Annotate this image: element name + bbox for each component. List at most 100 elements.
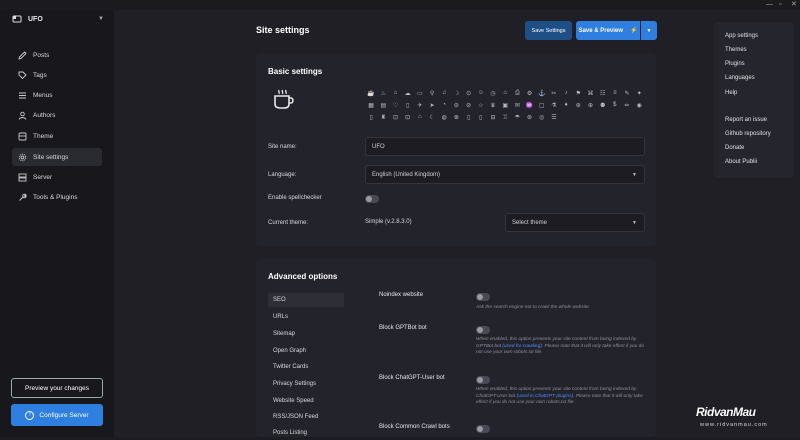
site-icon-option[interactable]: ♛	[487, 99, 499, 111]
site-icon-option[interactable]: ♨	[377, 87, 389, 99]
site-icon-option[interactable]: ▯	[402, 99, 414, 111]
site-icon-option[interactable]: ✉	[511, 99, 523, 111]
site-icon-option[interactable]: ◷	[487, 87, 499, 99]
site-icon-option[interactable]: ▯	[365, 111, 377, 123]
site-icon-option[interactable]: ☁	[402, 87, 414, 99]
noindex-toggle[interactable]	[476, 293, 490, 301]
site-icon-option[interactable]: ⚑	[572, 87, 584, 99]
site-icon-option[interactable]: ✎	[621, 87, 633, 99]
spellchecker-toggle[interactable]	[365, 195, 379, 203]
menu-item-themes[interactable]: Themes	[725, 47, 747, 53]
site-icon-option[interactable]: ♦	[560, 99, 572, 111]
site-icon-option[interactable]: ⚗	[548, 99, 560, 111]
configure-server-button[interactable]: ! Configure Server	[11, 404, 103, 426]
site-icon-option[interactable]: ⊛	[572, 99, 584, 111]
preview-changes-button[interactable]: Preview your changes	[11, 378, 103, 398]
site-icon-option[interactable]: ▢	[536, 99, 548, 111]
site-icon-picker[interactable]: ☕ ♨ ⌂ ☁ ▭ ⚲ ♫ ☽ ⊙ ☺ ◷ ⌂ ⎙ ⚙ ⚓ ✂ ♪ ⚑ ⌘ ☷ ≡ ✎ ✦ ▦ ▤ ♡ ▯ ✈ ➤ ◔ ⊜ ⊘ ☆ ♛ ▣ ✉ ♒ ▢ ⚗ ♦…	[365, 87, 645, 123]
sidebar-item-authors[interactable]: Authors	[12, 106, 102, 124]
menu-item-github[interactable]: Github repository	[725, 131, 771, 137]
site-icon-option[interactable]: ♡	[389, 99, 401, 111]
menu-item-donate[interactable]: Donate	[725, 145, 744, 151]
site-icon-option[interactable]: ⌘	[584, 87, 596, 99]
theme-select[interactable]: Select theme ▼	[505, 213, 645, 232]
sidebar-item-server[interactable]: Server	[12, 168, 102, 186]
site-icon-option[interactable]: ⊕	[584, 99, 596, 111]
site-icon-option[interactable]: ⎙	[511, 87, 523, 99]
site-icon-option[interactable]: ☰	[548, 111, 560, 123]
site-icon-option[interactable]: ✈	[414, 99, 426, 111]
site-icon-option[interactable]: ▯	[475, 111, 487, 123]
menu-item-about[interactable]: About Publii	[725, 159, 757, 165]
close-icon[interactable]: ✕	[791, 0, 797, 9]
site-icon-option[interactable]: ⊗	[450, 111, 462, 123]
advanced-nav-posts-listing[interactable]: Posts Listing	[268, 426, 344, 440]
sidebar-item-tools-plugins[interactable]: Tools & Plugins	[12, 188, 102, 206]
site-icon-option[interactable]: ✂	[548, 87, 560, 99]
save-settings-button[interactable]: Save Settings	[525, 21, 572, 40]
site-icon-option[interactable]: ⊙	[463, 87, 475, 99]
sidebar-item-posts[interactable]: Posts	[12, 46, 102, 64]
site-icon-option[interactable]: ♪	[560, 87, 572, 99]
site-icon-option[interactable]: $	[609, 99, 621, 111]
site-icon-option[interactable]: ⊡	[389, 111, 401, 123]
site-icon-option[interactable]: ☽	[450, 87, 462, 99]
site-icon-option[interactable]: ⚉	[597, 99, 609, 111]
sidebar-item-theme[interactable]: Theme	[12, 127, 102, 145]
site-icon-option[interactable]: ⊡	[402, 111, 414, 123]
advanced-nav-sitemap[interactable]: Sitemap	[268, 327, 344, 341]
site-icon-option[interactable]: ◎	[536, 111, 548, 123]
site-icon-option[interactable]: ☾	[426, 111, 438, 123]
site-icon-option[interactable]: ◍	[438, 111, 450, 123]
site-icon-option[interactable]: ⚲	[426, 87, 438, 99]
site-icon-option[interactable]: ▯	[463, 111, 475, 123]
site-icon-option[interactable]: ▤	[377, 99, 389, 111]
site-icon-option[interactable]: ▦	[365, 99, 377, 111]
desc-link[interactable]: (used for crawling)	[502, 344, 541, 349]
sidebar-item-tags[interactable]: Tags	[12, 66, 102, 84]
advanced-nav-privacy-settings[interactable]: Privacy Settings	[268, 377, 344, 391]
site-icon-option[interactable]: ⌂	[499, 87, 511, 99]
maximize-icon[interactable]: ▫	[779, 0, 781, 9]
site-icon-option[interactable]: ◔	[438, 99, 450, 111]
site-icon-option[interactable]: ☕	[365, 87, 377, 99]
menu-item-report-issue[interactable]: Report an issue	[725, 117, 767, 123]
minimize-icon[interactable]: —	[766, 0, 773, 9]
site-icon-option[interactable]: ⊜	[450, 99, 462, 111]
sidebar-item-menus[interactable]: Menus	[12, 86, 102, 104]
menu-item-plugins[interactable]: Plugins	[725, 61, 745, 67]
site-icon-option[interactable]: ☺	[475, 87, 487, 99]
site-icon-option[interactable]: ♫	[438, 87, 450, 99]
site-icon-option[interactable]: ✦	[633, 87, 645, 99]
site-icon-option[interactable]: ⌂	[414, 111, 426, 123]
site-icon-option[interactable]: ▣	[499, 99, 511, 111]
site-icon-option[interactable]: ♖	[499, 111, 511, 123]
site-icon-option[interactable]: ▭	[414, 87, 426, 99]
site-icon-option[interactable]: ⚓	[536, 87, 548, 99]
site-icon-option[interactable]: ◉	[633, 99, 645, 111]
advanced-nav-urls[interactable]: URLs	[268, 310, 344, 324]
site-icon-option[interactable]: ⊛	[523, 111, 535, 123]
site-icon-option[interactable]: ➤	[426, 99, 438, 111]
site-icon-option[interactable]: ⚙	[523, 87, 535, 99]
advanced-nav-website-speed[interactable]: Website Speed	[268, 394, 344, 408]
desc-link[interactable]: (used in ChatGPT plugins)	[517, 394, 574, 399]
site-icon-option[interactable]: ☷	[597, 87, 609, 99]
advanced-nav-seo[interactable]: SEO	[268, 293, 344, 307]
site-icon-option[interactable]: ⌂	[389, 87, 401, 99]
menu-item-languages[interactable]: Languages	[725, 75, 755, 81]
save-preview-button[interactable]: Save & Preview ⚡	[576, 21, 640, 40]
advanced-nav-rss-json-feed[interactable]: RSS/JSON Feed	[268, 410, 344, 424]
language-select[interactable]: English (United Kingdom) ▼	[365, 165, 645, 184]
site-icon-option[interactable]: ⊟	[487, 111, 499, 123]
sidebar-item-site-settings[interactable]: Site settings	[12, 148, 102, 166]
site-switcher[interactable]: UFO ▼	[12, 12, 104, 26]
site-icon-option[interactable]: ☂	[511, 111, 523, 123]
site-icon-option[interactable]: ⊘	[463, 99, 475, 111]
save-options-dropdown-button[interactable]: ▼	[641, 21, 657, 40]
site-icon-option[interactable]: ✏	[621, 99, 633, 111]
site-icon-option[interactable]: ≡	[609, 87, 621, 99]
advanced-nav-twitter-cards[interactable]: Twitter Cards	[268, 360, 344, 374]
block-gptbot-toggle[interactable]	[476, 326, 490, 334]
block-chatgpt-toggle[interactable]	[476, 376, 490, 384]
